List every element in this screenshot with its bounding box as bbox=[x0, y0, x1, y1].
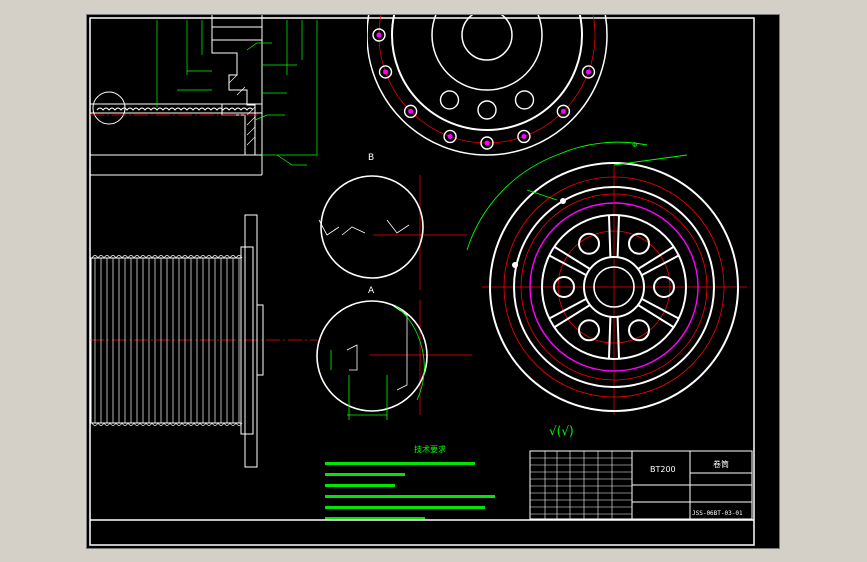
bolt-hole-center bbox=[560, 108, 566, 114]
requirement-line bbox=[325, 484, 395, 487]
title-block-model: BT200 bbox=[650, 465, 676, 474]
title-block-part-name: 卷筒 bbox=[713, 459, 729, 469]
flange-hatch bbox=[228, 74, 256, 146]
tech-requirements-lines bbox=[325, 462, 495, 520]
spoke-edge bbox=[548, 254, 587, 277]
section-b-view bbox=[316, 300, 428, 412]
svg-text:A: A bbox=[368, 286, 375, 296]
section-a-view bbox=[320, 175, 424, 279]
top-flange-view bbox=[367, 15, 608, 156]
bolt-hole-center bbox=[521, 133, 527, 139]
web-hole bbox=[514, 90, 535, 110]
spoke-edge bbox=[616, 215, 621, 258]
spoke-edge bbox=[641, 297, 680, 320]
bolt-hole-center bbox=[408, 108, 414, 114]
bolt-hole-center bbox=[447, 133, 453, 139]
spoke-edge bbox=[607, 316, 612, 359]
svg-text:Φ: Φ bbox=[632, 141, 638, 149]
requirement-line bbox=[325, 462, 475, 465]
bolt-hole-center bbox=[376, 32, 382, 38]
svg-text:B: B bbox=[368, 153, 374, 163]
reference-point bbox=[512, 262, 518, 268]
upper-dimensions bbox=[156, 20, 318, 166]
title-block-grid bbox=[530, 451, 632, 519]
spoke-edge bbox=[641, 254, 680, 277]
cad-drawing: B A Φ √(√) 技术要求 BT200 卷筒 JSS-06BT-03-01 bbox=[89, 15, 755, 546]
web-hole bbox=[477, 100, 497, 120]
title-block-drawing-no: JSS-06BT-03-01 bbox=[692, 510, 743, 517]
spoke-edge bbox=[607, 215, 612, 258]
spoke-edge bbox=[616, 316, 621, 359]
cad-viewport[interactable]: B A Φ √(√) 技术要求 BT200 卷筒 JSS-06BT-03-01 bbox=[86, 14, 780, 549]
flange-section-view bbox=[90, 15, 263, 176]
reference-point bbox=[560, 198, 566, 204]
requirement-line bbox=[325, 495, 495, 498]
tech-requirements-heading: 技术要求 bbox=[414, 444, 446, 454]
bolt-hole-center bbox=[585, 69, 591, 75]
requirement-line bbox=[325, 473, 405, 476]
bolt-hole-center bbox=[484, 140, 490, 146]
drum-side-view bbox=[90, 214, 264, 468]
requirement-line bbox=[325, 506, 485, 509]
top-bolt-holes bbox=[372, 28, 596, 150]
spoke-edge bbox=[548, 297, 587, 320]
surface-finish-symbol: √(√) bbox=[549, 424, 574, 438]
section-dimensions bbox=[330, 304, 425, 420]
web-hole bbox=[439, 90, 460, 110]
drum-grooves bbox=[91, 255, 243, 426]
bolt-hole-center bbox=[383, 69, 389, 75]
